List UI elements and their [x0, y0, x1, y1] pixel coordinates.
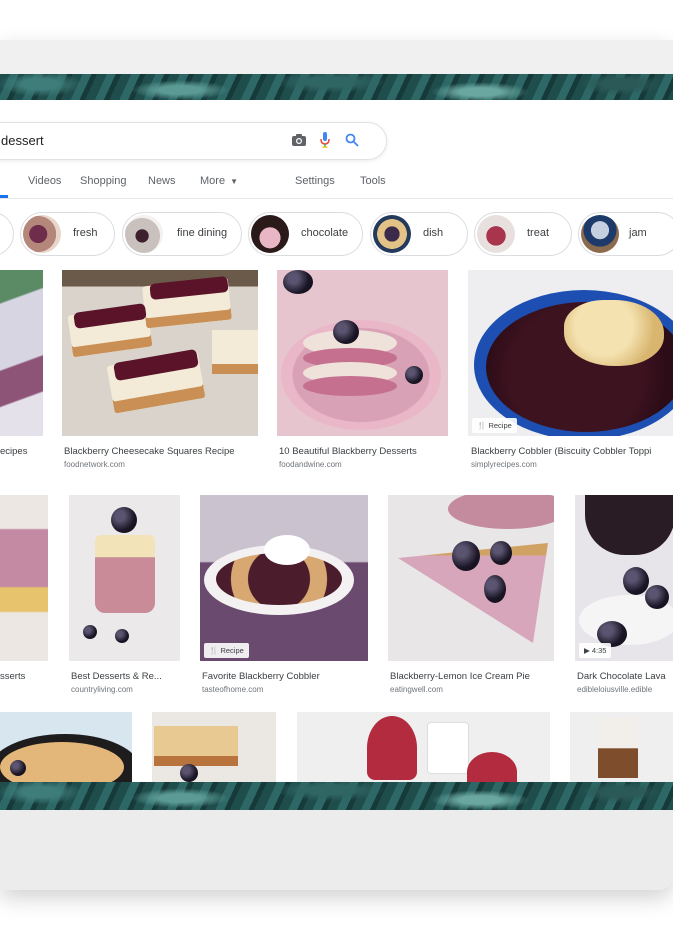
recipe-badge: 🍴 Recipe	[204, 643, 249, 658]
frame-top-bezel	[0, 40, 673, 74]
result-image[interactable]	[388, 495, 554, 661]
result-title[interactable]: 10 Beautiful Blackberry Desserts	[279, 446, 450, 457]
video-duration-badge: ▶ 4:35	[579, 643, 612, 658]
active-tab-indicator	[0, 195, 8, 198]
recipe-badge: 🍴 Recipe	[472, 418, 517, 433]
result-title[interactable]: Best Desserts & Re...	[71, 671, 182, 682]
result-image[interactable]	[62, 270, 258, 436]
chip-label: fine dining	[177, 227, 228, 239]
result-source: countryliving.com	[71, 685, 133, 694]
tab-more-label: More	[200, 175, 226, 187]
result-title[interactable]: Blackberry Cheesecake Squares Recipe	[64, 446, 260, 457]
chip-partial[interactable]	[0, 212, 14, 256]
badge-label: Recipe	[220, 646, 244, 655]
chip-fine-dining[interactable]: fine dining	[122, 212, 242, 256]
microphone-icon[interactable]	[320, 132, 330, 148]
chip-thumbnail	[477, 215, 515, 253]
result-title[interactable]: Blackberry Cobbler (Biscuity Cobbler Top…	[471, 446, 673, 457]
badge-label: 4:35	[591, 646, 607, 655]
badge-label: Recipe	[488, 421, 512, 430]
result-image[interactable]	[0, 270, 43, 436]
recipe-icon: 🍴	[209, 646, 221, 655]
result-image[interactable]	[570, 712, 673, 782]
chip-label: chocolate	[301, 227, 349, 239]
result-image[interactable]	[0, 712, 132, 782]
result-title[interactable]: Favorite Blackberry Cobbler	[202, 671, 370, 682]
chip-thumbnail	[581, 215, 619, 253]
search-icon[interactable]	[345, 133, 359, 147]
search-box[interactable]: dessert	[0, 122, 387, 160]
result-source: simplyrecipes.com	[471, 460, 537, 469]
result-title[interactable]: Dark Chocolate Lava	[577, 671, 673, 682]
tab-settings[interactable]: Settings	[295, 175, 335, 187]
result-source: eatingwell.com	[390, 685, 443, 694]
tab-videos[interactable]: Videos	[28, 175, 61, 187]
recipe-icon: 🍴	[477, 421, 489, 430]
result-title[interactable]: sserts	[0, 671, 48, 682]
chip-jam[interactable]: jam	[578, 212, 673, 256]
chip-thumbnail	[23, 215, 61, 253]
result-title[interactable]: Blackberry-Lemon Ice Cream Pie	[390, 671, 556, 682]
search-tabs: Videos Shopping News More ▼ Settings Tool…	[0, 164, 673, 199]
leaf-border-bottom	[0, 782, 673, 810]
chip-label: jam	[629, 227, 647, 239]
chip-thumbnail	[125, 215, 163, 253]
browser-screen: dessert Videos Shopping News More ▼ Setti…	[0, 100, 673, 782]
tab-shopping[interactable]: Shopping	[80, 175, 127, 187]
chip-label: fresh	[73, 227, 98, 239]
tab-news[interactable]: News	[148, 175, 176, 187]
chip-chocolate[interactable]: chocolate	[248, 212, 363, 256]
result-source: edibleloiusville.edible	[577, 685, 653, 694]
result-image[interactable]	[69, 495, 180, 661]
result-source: foodandwine.com	[279, 460, 342, 469]
chip-dish[interactable]: dish	[370, 212, 468, 256]
frame-bottom-bezel	[0, 810, 673, 890]
leaf-border-top	[0, 74, 673, 100]
chip-fresh[interactable]: fresh	[20, 212, 115, 256]
search-input[interactable]: dessert	[1, 133, 44, 148]
chip-label: treat	[527, 227, 550, 239]
result-image[interactable]: 🍴 Recipe	[468, 270, 673, 436]
result-source: tasteofhome.com	[202, 685, 264, 694]
result-image[interactable]: ▶ 4:35	[575, 495, 673, 661]
tab-tools[interactable]: Tools	[360, 175, 386, 187]
result-image[interactable]	[277, 270, 448, 436]
camera-icon[interactable]	[292, 134, 306, 146]
result-image[interactable]	[297, 712, 550, 782]
result-image[interactable]	[0, 495, 48, 661]
chip-thumbnail	[373, 215, 411, 253]
result-source: foodnetwork.com	[64, 460, 125, 469]
tab-more[interactable]: More ▼	[200, 175, 238, 187]
chip-treat[interactable]: treat	[474, 212, 572, 256]
result-image[interactable]: 🍴 Recipe	[200, 495, 368, 661]
result-image[interactable]	[152, 712, 276, 782]
chip-label: dish	[423, 227, 444, 239]
play-icon: ▶	[584, 646, 592, 655]
chip-thumbnail	[251, 215, 289, 253]
result-title[interactable]: ecipes	[0, 446, 43, 457]
caret-down-icon: ▼	[230, 177, 238, 186]
